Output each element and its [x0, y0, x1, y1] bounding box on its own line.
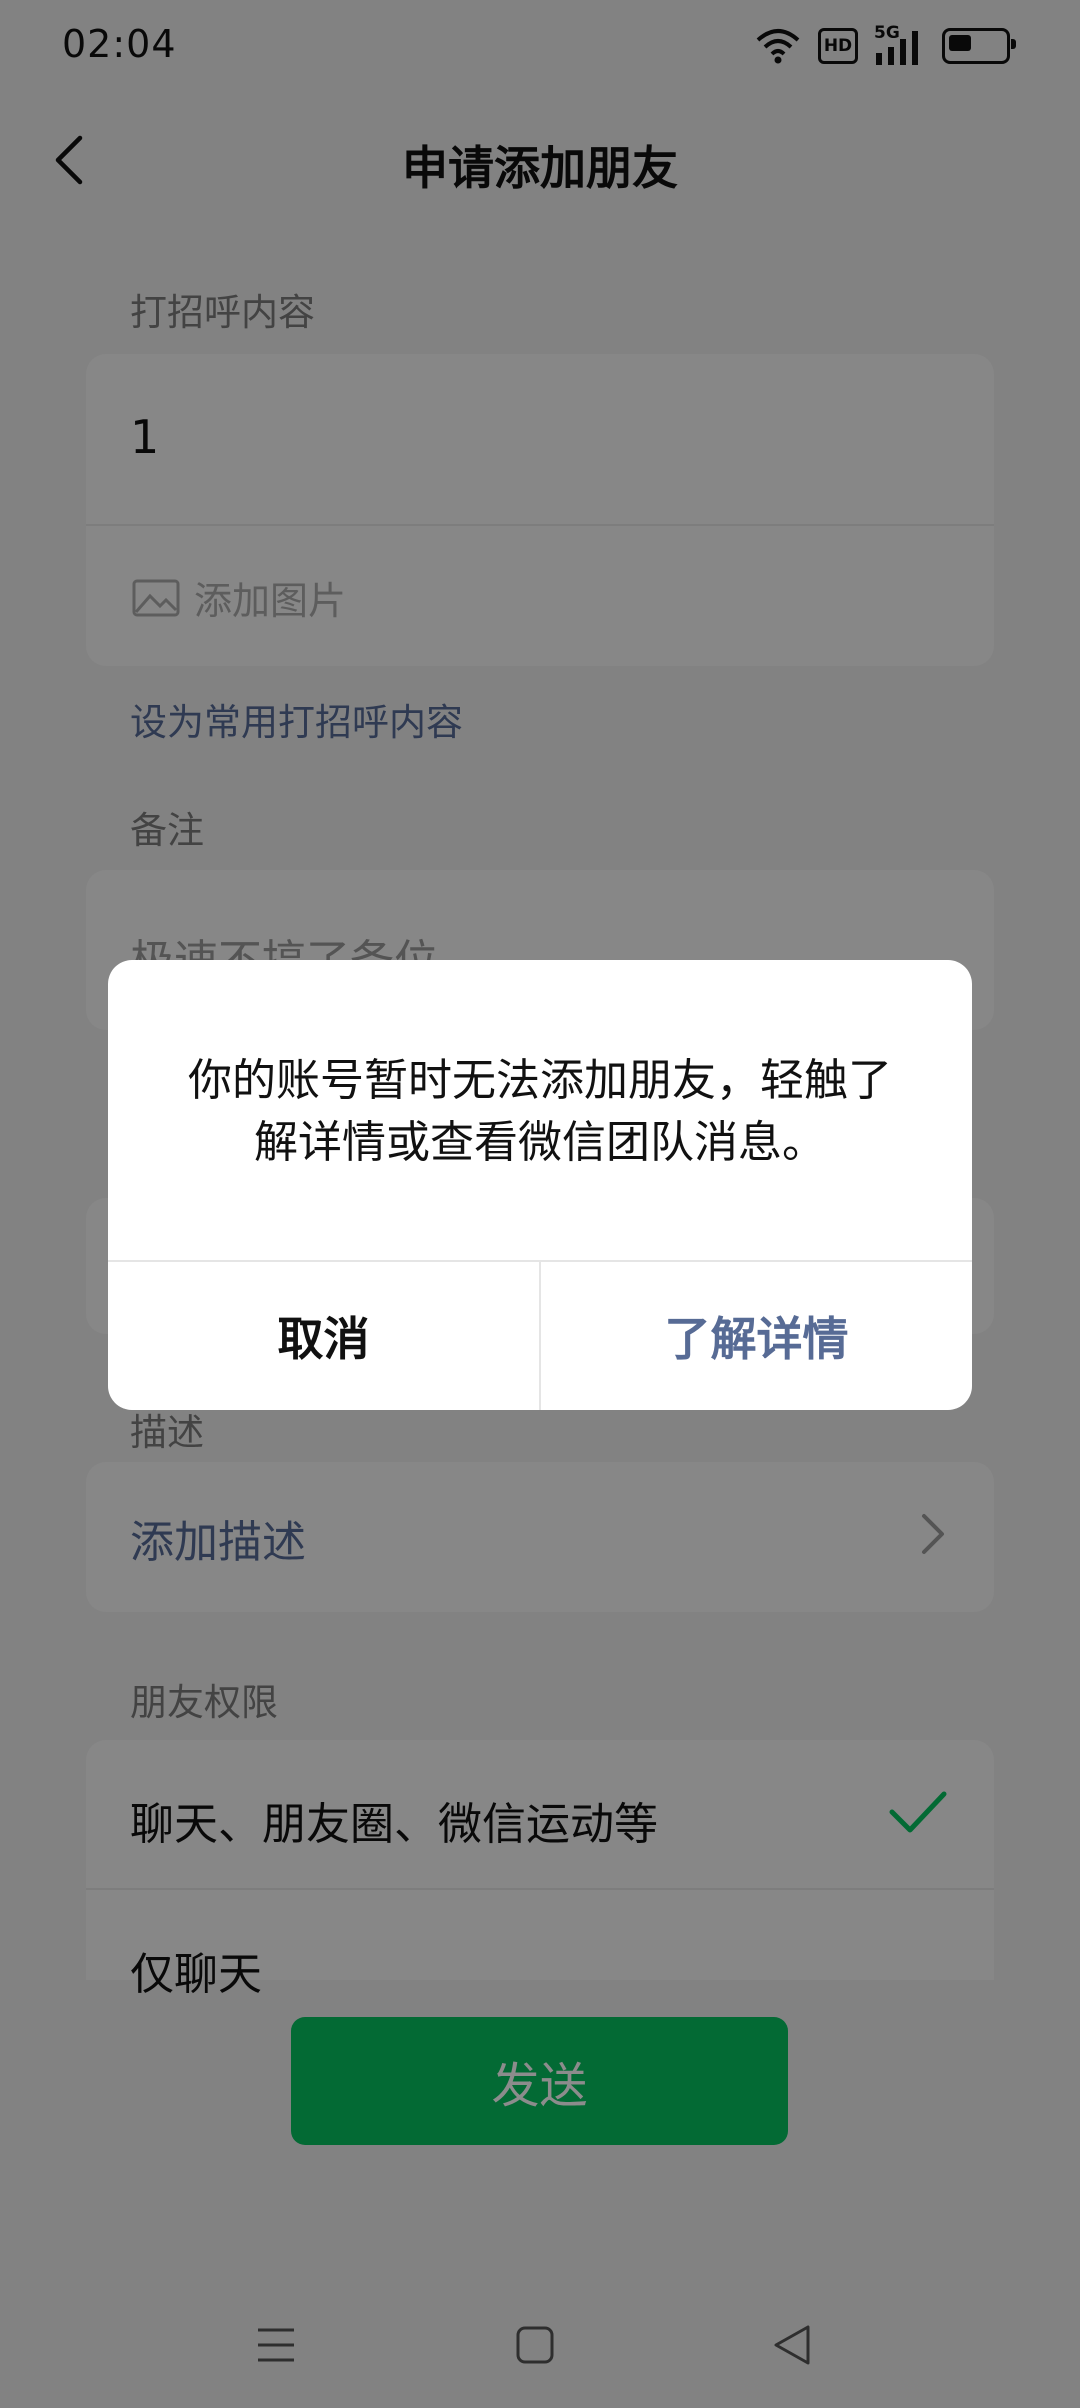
alert-dialog: 你的账号暂时无法添加朋友，轻触了解详情或查看微信团队消息。 取消 了解详情 [108, 960, 972, 1410]
cancel-button[interactable]: 取消 [108, 1262, 539, 1410]
learn-more-button[interactable]: 了解详情 [541, 1262, 972, 1410]
dialog-message: 你的账号暂时无法添加朋友，轻触了解详情或查看微信团队消息。 [188, 1055, 892, 1168]
